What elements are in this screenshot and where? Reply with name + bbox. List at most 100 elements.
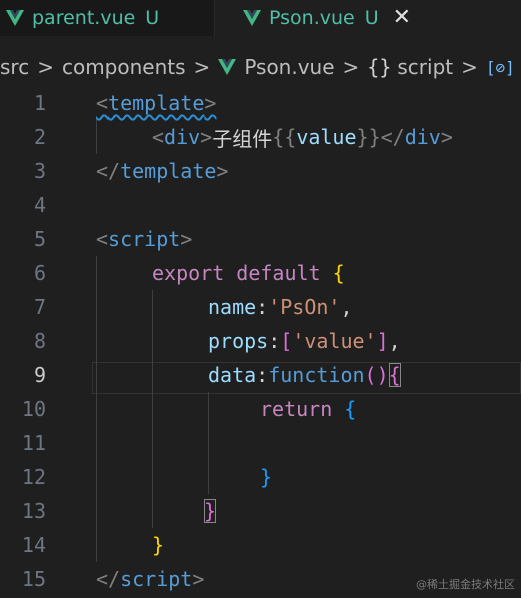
line-number: 2: [33, 125, 46, 149]
token-punct: </: [96, 567, 121, 591]
token-property: props: [208, 329, 269, 353]
line-number: 14: [21, 533, 46, 557]
vue-file-icon: [6, 10, 24, 26]
code-line-current: 9 data: function(){: [0, 358, 521, 392]
braces-icon: {}: [367, 55, 392, 79]
token-tag: div: [404, 125, 441, 149]
breadcrumb-file-label: Pson.vue: [244, 55, 335, 79]
line-number: 1: [33, 91, 46, 115]
breadcrumb-item-file[interactable]: Pson.vue: [218, 55, 335, 79]
code-content: </script >: [96, 567, 204, 591]
line-number: 8: [33, 329, 46, 353]
tab-label: parent.vue: [32, 7, 136, 29]
token-identifier: value: [296, 125, 357, 149]
code-content: </template >: [96, 159, 228, 183]
tab-bar: parent.vue U Pson.vue U ✕: [0, 0, 521, 36]
code-content: name: 'PsOn',: [208, 295, 353, 319]
token-punct: >: [216, 159, 229, 183]
breadcrumb: src > components > Pson.vue > {} script …: [0, 50, 521, 84]
token-comma: ,: [340, 295, 353, 319]
line-number: 11: [21, 431, 46, 455]
code-content: < script >: [96, 227, 192, 251]
token-brace: }: [260, 465, 273, 489]
vue-file-icon: [243, 10, 261, 26]
code-content: }: [204, 499, 217, 523]
line-number: 15: [21, 567, 46, 591]
breadcrumb-script-label: script: [397, 55, 454, 79]
token-brace: }: [152, 533, 165, 557]
token-brace-matched: {: [388, 363, 401, 387]
line-number: 10: [21, 397, 46, 421]
chevron-right-icon: >: [37, 55, 54, 79]
line-number: 7: [33, 295, 46, 319]
code-content: }: [260, 465, 272, 489]
code-content: return {: [260, 397, 356, 421]
tab-label: Pson.vue: [269, 7, 355, 29]
token-punct: >: [180, 227, 193, 251]
token-punct: <: [96, 91, 109, 115]
token-brace: {: [332, 261, 345, 285]
token-mustache: }}: [356, 125, 381, 149]
token-property: name: [208, 295, 257, 319]
token-punct: </: [96, 159, 121, 183]
token-punct: >: [204, 91, 217, 115]
code-line: 12 }: [0, 460, 521, 494]
code-content: data: function(){: [208, 363, 401, 387]
token-brace-matched: }: [204, 499, 217, 523]
chevron-right-icon: >: [193, 55, 211, 79]
token-parens: (): [364, 363, 389, 387]
line-number: 6: [33, 261, 46, 285]
code-line: 4: [0, 188, 521, 222]
code-content: export default {: [152, 261, 345, 285]
code-line: 11: [0, 426, 521, 460]
line-number: 3: [33, 159, 46, 183]
code-line: 13 }: [0, 494, 521, 528]
breadcrumb-item-src[interactable]: src: [0, 55, 29, 79]
breadcrumb-item-script[interactable]: {} script: [367, 55, 453, 79]
token-keyword: export: [152, 261, 225, 285]
code-content: < div > 子组件{{value}} </div >: [152, 123, 453, 152]
token-tag: script: [120, 567, 193, 591]
code-content: }: [152, 533, 164, 557]
code-line: 1 < template >: [0, 86, 521, 120]
line-number: 9: [33, 363, 46, 387]
token-property: data: [208, 363, 257, 387]
tab-pson-vue[interactable]: Pson.vue U ✕: [215, 0, 521, 36]
breadcrumb-item-components[interactable]: components: [62, 55, 186, 79]
git-status-badge: U: [145, 7, 160, 29]
line-number: 13: [21, 499, 46, 523]
tab-parent-vue[interactable]: parent.vue U: [0, 0, 215, 36]
token-string: 'value': [292, 329, 377, 353]
code-line: 14 }: [0, 528, 521, 562]
git-status-badge: U: [364, 7, 379, 29]
token-mustache: {{: [272, 125, 297, 149]
symbol-variable-icon[interactable]: [⊘]: [486, 58, 515, 77]
chevron-right-icon: >: [342, 55, 360, 79]
token-tag: script: [108, 227, 181, 251]
code-line: 3 </template >: [0, 154, 521, 188]
token-keyword: function: [268, 363, 365, 387]
chevron-right-icon: >: [461, 55, 478, 79]
vue-file-icon: [218, 59, 237, 75]
token-bracket: ]: [376, 329, 389, 353]
token-colon: :: [256, 363, 269, 387]
token-punct: >: [200, 125, 213, 149]
line-number: 4: [33, 193, 46, 217]
token-tag: template: [108, 91, 205, 115]
close-icon[interactable]: ✕: [393, 7, 411, 29]
token-text: 子组件: [212, 126, 273, 151]
token-punct: <: [152, 125, 165, 149]
token-keyword: default: [236, 261, 321, 285]
code-content: props:['value'],: [208, 329, 401, 353]
token-comma: ,: [388, 329, 401, 353]
token-keyword: return: [260, 397, 333, 421]
code-line: 2 < div > 子组件{{value}} </div >: [0, 120, 521, 154]
code-editor[interactable]: 1 < template > 2 < div > 子组件{{value}} </div > 3…: [0, 86, 521, 598]
code-line: 6 export default {: [0, 256, 521, 290]
token-punct: >: [440, 125, 453, 149]
token-tag: div: [164, 125, 201, 149]
code-line: 7 name: 'PsOn',: [0, 290, 521, 324]
watermark: @稀土掘金技术社区: [416, 578, 515, 591]
line-number: 12: [21, 465, 46, 489]
token-punct: >: [192, 567, 205, 591]
